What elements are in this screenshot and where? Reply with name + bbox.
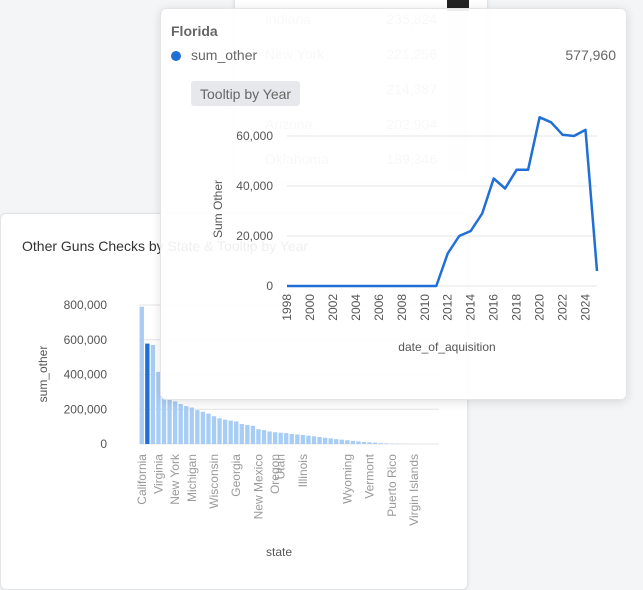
x-tick-label: 2006 — [372, 294, 386, 321]
x-tick-label: 2024 — [579, 294, 593, 321]
bar — [345, 440, 349, 444]
y-axis-label: Sum Other — [211, 180, 225, 238]
x-tick-label: Puerto Rico — [385, 454, 399, 517]
line-chart: 0 20,000 40,000 60,000 1998 2000 2002 2004 2006 2… — [161, 9, 626, 399]
bar — [334, 439, 338, 444]
bar — [256, 429, 260, 444]
x-tick-label: 2012 — [441, 294, 455, 321]
bar — [356, 441, 360, 444]
bar — [217, 418, 221, 444]
x-tick-label: 1998 — [280, 294, 294, 321]
bar — [267, 431, 271, 444]
bar — [145, 344, 149, 444]
bar — [195, 410, 199, 444]
bar — [273, 432, 277, 444]
x-tick-label: Oregon — [268, 454, 282, 494]
y-tick-label: 0 — [100, 437, 107, 451]
y-tick-label: 600,000 — [64, 333, 108, 347]
bar — [362, 442, 366, 444]
x-tick-label: Virgin Islands — [407, 454, 421, 526]
tooltip-panel: Florida sum_other 577,960 Tooltip by Yea… — [160, 8, 627, 400]
bar — [206, 414, 210, 444]
bar — [151, 345, 155, 444]
x-tick-label: New Mexico — [251, 454, 265, 520]
bar — [301, 435, 305, 444]
y-tick-label: 0 — [266, 279, 273, 293]
x-tick-label: 2018 — [510, 294, 524, 321]
bar — [245, 425, 249, 444]
x-axis-label: date_of_aquisition — [398, 340, 495, 354]
x-tick-label: 2008 — [395, 294, 409, 321]
bar — [328, 438, 332, 444]
bar — [212, 416, 216, 444]
x-tick-label: Illinois — [296, 454, 310, 487]
bar — [223, 420, 227, 444]
bar — [162, 398, 166, 444]
bar — [262, 430, 266, 444]
bar — [184, 406, 188, 444]
bar — [373, 443, 377, 444]
y-tick-label: 400,000 — [64, 368, 108, 382]
x-tick-label: Wyoming — [340, 454, 354, 504]
bar — [251, 426, 255, 444]
bar — [167, 400, 171, 444]
x-tick-label: Virginia — [151, 454, 165, 494]
bar — [173, 401, 177, 444]
x-tick-label: 2014 — [464, 294, 478, 321]
x-tick-label: Michigan — [185, 454, 199, 502]
bar — [190, 408, 194, 444]
bar — [228, 421, 232, 444]
y-tick-label: 40,000 — [236, 179, 273, 193]
bar — [306, 436, 310, 444]
x-tick-label: Wisconsin — [207, 454, 221, 509]
y-axis-label: sum_other — [36, 346, 50, 403]
bar — [178, 404, 182, 444]
bar — [340, 440, 344, 444]
x-tick-label: 2010 — [418, 294, 432, 321]
bar — [201, 412, 205, 444]
bar — [234, 421, 238, 444]
x-tick-label: Georgia — [229, 454, 243, 497]
x-tick-label: Vermont — [363, 453, 377, 498]
x-tick-label: New York — [168, 453, 182, 505]
bar — [295, 434, 299, 444]
x-tick-label: 2016 — [487, 294, 501, 321]
y-tick-label: 800,000 — [64, 298, 108, 312]
x-tick-label: 2022 — [556, 294, 570, 321]
bar — [312, 436, 316, 444]
bar — [384, 443, 388, 444]
bar — [240, 424, 244, 444]
y-tick-label: 60,000 — [236, 129, 273, 143]
x-tick-label: 2000 — [303, 294, 317, 321]
bar — [378, 443, 382, 444]
bar — [278, 433, 282, 444]
bar — [140, 307, 144, 444]
bar — [367, 442, 371, 444]
bar — [290, 434, 294, 444]
bar — [351, 441, 355, 444]
bar — [323, 438, 327, 444]
x-tick-label: 2002 — [326, 294, 340, 321]
bar — [317, 437, 321, 444]
x-tick-label: California — [135, 454, 149, 505]
x-tick-label: 2004 — [349, 294, 363, 321]
bar — [284, 433, 288, 444]
series-line — [287, 117, 597, 286]
y-tick-label: 20,000 — [236, 229, 273, 243]
x-axis-label: state — [266, 545, 292, 559]
x-tick-label: 2020 — [533, 294, 547, 321]
y-tick-label: 200,000 — [64, 402, 108, 416]
